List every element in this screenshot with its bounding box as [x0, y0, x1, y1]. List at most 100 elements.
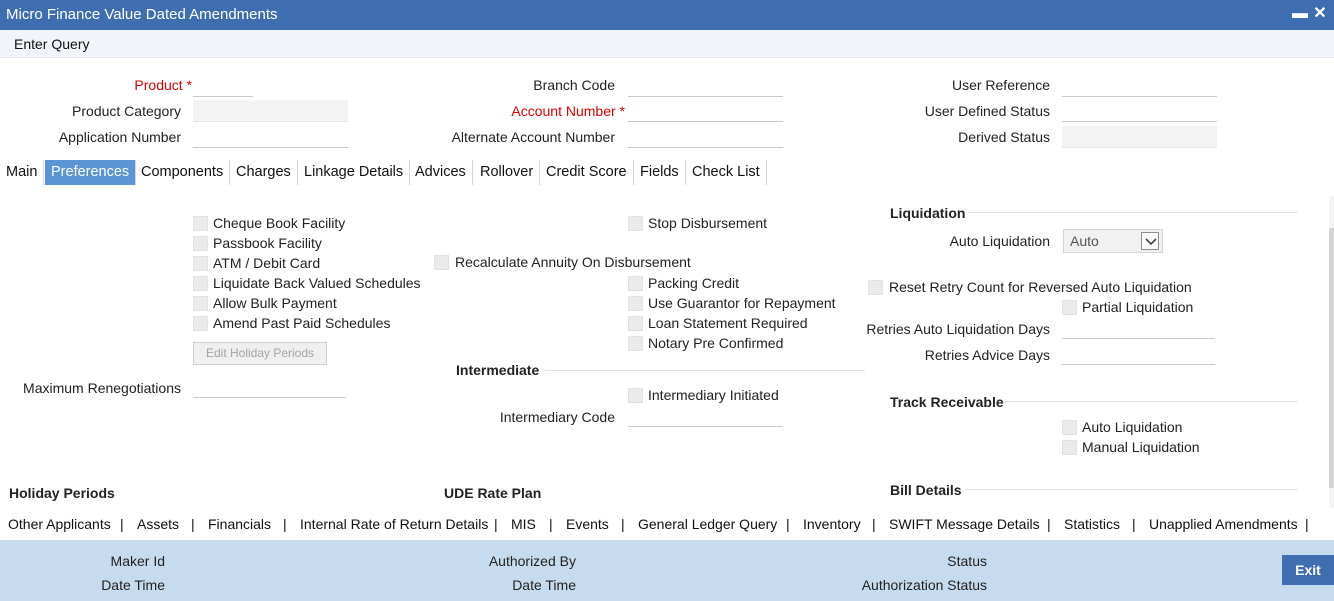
partial-liquidation-label: Partial Liquidation [1082, 299, 1194, 315]
retries-auto-liquidation-days-input[interactable] [1062, 317, 1215, 339]
packing-credit-checkbox[interactable] [628, 276, 643, 291]
user-defined-status-input[interactable] [1062, 100, 1217, 122]
link-separator: | [494, 516, 498, 532]
link-general-ledger-query[interactable]: General Ledger Query [638, 516, 777, 532]
link-separator: | [1047, 516, 1051, 532]
minimize-icon[interactable]: ▬ [1290, 3, 1310, 25]
liquidation-divider [968, 212, 1298, 213]
link-assets[interactable]: Assets [137, 516, 179, 532]
link-swift-message-details[interactable]: SWIFT Message Details [889, 516, 1040, 532]
maximum-renegotiations-input[interactable] [193, 376, 346, 398]
passbook-facility-label: Passbook Facility [213, 235, 322, 251]
link-separator: | [786, 516, 790, 532]
subsystem-links: Other Applicants | Assets | Financials |… [0, 510, 1334, 538]
loan-statement-required-checkbox[interactable] [628, 316, 643, 331]
cheque-book-facility-label: Cheque Book Facility [213, 215, 346, 231]
authorization-status-label: Authorization Status [861, 577, 987, 593]
tab-linkage-details[interactable]: Linkage Details [298, 160, 411, 185]
tab-charges[interactable]: Charges [230, 160, 298, 185]
packing-credit-label: Packing Credit [648, 275, 740, 291]
liquidation-heading: Liquidation [890, 205, 966, 221]
tab-check-list[interactable]: Check List [686, 160, 767, 185]
notary-pre-confirmed-label: Notary Pre Confirmed [648, 335, 784, 351]
product-category-label: Product Category [72, 103, 181, 119]
auto-liquidation-select[interactable]: Auto [1063, 229, 1163, 253]
tr-manual-liquidation-label: Manual Liquidation [1082, 439, 1200, 455]
recalculate-annuity-checkbox[interactable] [434, 255, 449, 270]
link-other-applicants[interactable]: Other Applicants [8, 516, 111, 532]
close-icon[interactable]: ✕ [1310, 3, 1330, 25]
amend-past-paid-schedules-checkbox[interactable] [193, 316, 208, 331]
tab-fields[interactable]: Fields [634, 160, 686, 185]
intermediate-heading: Intermediate [456, 362, 540, 378]
link-irr-details[interactable]: Internal Rate of Return Details [300, 516, 488, 532]
tab-rollover[interactable]: Rollover [474, 160, 541, 185]
status-label: Status [947, 553, 987, 569]
edit-holiday-periods-button[interactable]: Edit Holiday Periods [193, 342, 327, 365]
toolbar: Enter Query [0, 30, 1334, 58]
tr-manual-liquidation-checkbox[interactable] [1062, 440, 1077, 455]
link-inventory[interactable]: Inventory [803, 516, 861, 532]
link-separator: | [872, 516, 876, 532]
retries-auto-liquidation-days-label: Retries Auto Liquidation Days [866, 321, 1050, 337]
track-receivable-heading: Track Receivable [890, 394, 1004, 410]
retries-advice-days-input[interactable] [1062, 343, 1215, 365]
derived-status-label: Derived Status [958, 129, 1050, 145]
chevron-down-icon[interactable] [1141, 232, 1159, 250]
link-statistics[interactable]: Statistics [1064, 516, 1120, 532]
link-separator: | [549, 516, 553, 532]
link-separator: | [120, 516, 124, 532]
reset-retry-label: Reset Retry Count for Reversed Auto Liqu… [889, 279, 1192, 295]
window-title: Micro Finance Value Dated Amendments [6, 6, 278, 23]
amend-past-paid-schedules-label: Amend Past Paid Schedules [213, 315, 391, 331]
audit-footer: Maker Id Date Time Authorized By Date Ti… [0, 540, 1334, 601]
link-financials[interactable]: Financials [208, 516, 271, 532]
cheque-book-facility-checkbox[interactable] [193, 216, 208, 231]
authorized-by-label: Authorized By [488, 553, 576, 569]
intermediary-initiated-label: Intermediary Initiated [648, 387, 779, 403]
use-guarantor-label: Use Guarantor for Repayment [648, 295, 836, 311]
atm-debit-card-checkbox[interactable] [193, 256, 208, 271]
link-unapplied-amendments[interactable]: Unapplied Amendments [1149, 516, 1298, 532]
application-number-input[interactable] [193, 126, 348, 148]
link-separator: | [621, 516, 625, 532]
tab-preferences[interactable]: Preferences [45, 160, 137, 185]
allow-bulk-payment-checkbox[interactable] [193, 296, 208, 311]
product-input[interactable] [193, 75, 253, 97]
link-events[interactable]: Events [566, 516, 609, 532]
tr-auto-liquidation-label: Auto Liquidation [1082, 419, 1183, 435]
branch-code-input[interactable] [628, 75, 783, 97]
product-category-input [193, 100, 348, 122]
maximum-renegotiations-label: Maximum Renegotiations [23, 380, 181, 396]
user-reference-input[interactable] [1062, 75, 1217, 97]
maker-date-time-label: Date Time [101, 577, 165, 593]
partial-liquidation-checkbox[interactable] [1062, 300, 1077, 315]
maker-id-label: Maker Id [110, 553, 165, 569]
enter-query-button[interactable]: Enter Query [14, 36, 89, 52]
liquidate-back-valued-schedules-checkbox[interactable] [193, 276, 208, 291]
tab-main[interactable]: Main [0, 160, 45, 185]
reset-retry-checkbox[interactable] [868, 280, 883, 295]
alternate-account-number-input[interactable] [628, 126, 783, 148]
loan-statement-required-label: Loan Statement Required [648, 315, 808, 331]
tr-auto-liquidation-checkbox[interactable] [1062, 420, 1077, 435]
intermediary-initiated-checkbox[interactable] [628, 388, 643, 403]
bill-details-heading: Bill Details [890, 482, 962, 498]
tab-advices[interactable]: Advices [409, 160, 473, 185]
passbook-facility-checkbox[interactable] [193, 236, 208, 251]
intermediary-code-label: Intermediary Code [499, 409, 615, 425]
stop-disbursement-checkbox[interactable] [628, 216, 643, 231]
tab-credit-score[interactable]: Credit Score [540, 160, 634, 185]
retries-advice-days-label: Retries Advice Days [924, 347, 1050, 363]
link-separator: | [1132, 516, 1136, 532]
notary-pre-confirmed-checkbox[interactable] [628, 336, 643, 351]
exit-button[interactable]: Exit [1282, 555, 1334, 585]
checker-date-time-label: Date Time [512, 577, 576, 593]
intermediary-code-input[interactable] [628, 405, 783, 427]
auto-liquidation-label: Auto Liquidation [949, 233, 1050, 249]
scrollbar-thumb[interactable] [1329, 228, 1334, 488]
account-number-input[interactable] [628, 100, 783, 122]
use-guarantor-checkbox[interactable] [628, 296, 643, 311]
tab-components[interactable]: Components [135, 160, 231, 185]
link-mis[interactable]: MIS [511, 516, 536, 532]
